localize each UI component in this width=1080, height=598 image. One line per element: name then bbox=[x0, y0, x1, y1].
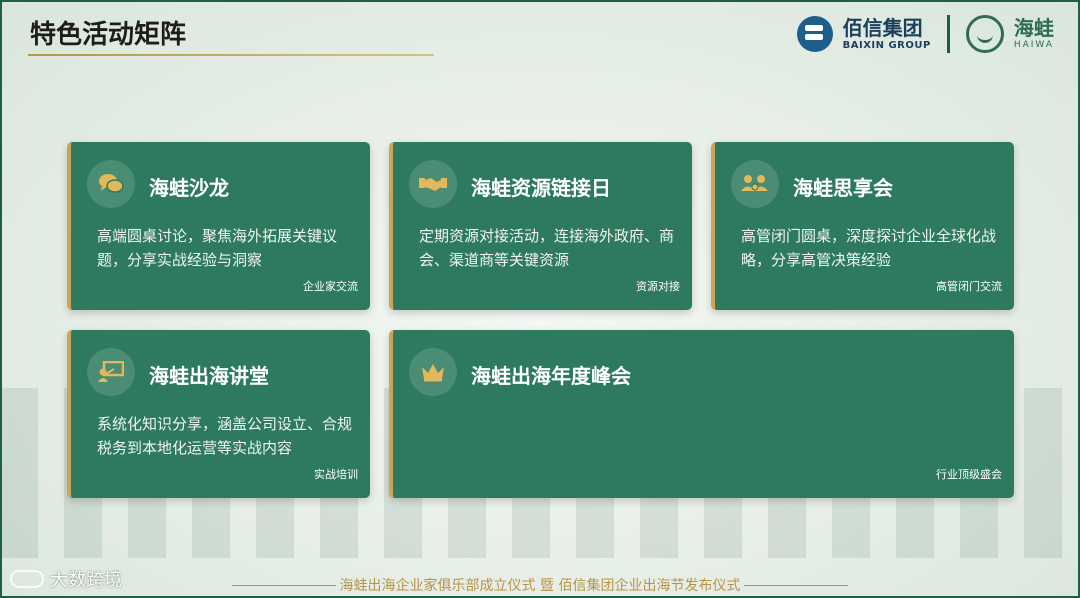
card-tag: 企业家交流 bbox=[303, 280, 358, 293]
card-title: 海蛙出海年度峰会 bbox=[471, 364, 631, 388]
baixin-logo: 佰信集团 BAIXIN GROUP bbox=[843, 18, 931, 51]
haiwa-logo-icon bbox=[965, 15, 1004, 53]
handshake-icon bbox=[409, 160, 457, 208]
logo-area: 佰信集团 BAIXIN GROUP 海蛙 HAIWA bbox=[796, 12, 1054, 56]
page-title: 特色活动矩阵 bbox=[30, 20, 187, 50]
watermark: 大数跨境 bbox=[10, 566, 122, 592]
card-description: 定期资源对接活动，连接海外政府、商会、渠道商等关键资源 bbox=[419, 227, 675, 269]
title-underline bbox=[28, 54, 434, 56]
watermark-text: 大数跨境 bbox=[50, 570, 122, 591]
activity-card-annual-summit[interactable]: 海蛙出海年度峰会 行业顶级盛会 bbox=[389, 330, 1014, 498]
crown-icon bbox=[409, 348, 457, 396]
chat-bubbles-icon bbox=[87, 160, 135, 208]
card-tag: 实战培训 bbox=[314, 468, 358, 481]
haiwa-logo: 海蛙 HAIWA bbox=[1014, 18, 1054, 50]
baixin-logo-en: BAIXIN GROUP bbox=[842, 39, 931, 51]
card-tag: 行业顶级盛会 bbox=[936, 468, 1002, 481]
activity-card-salon[interactable]: 海蛙沙龙 高端圆桌讨论，聚焦海外拓展关键议题，分享实战经验与洞察 企业家交流 bbox=[67, 142, 370, 310]
card-title: 海蛙思享会 bbox=[793, 176, 893, 200]
watermark-logo-icon bbox=[10, 570, 44, 588]
logo-divider bbox=[946, 15, 950, 53]
activity-card-resource-day[interactable]: 海蛙资源链接日 定期资源对接活动，连接海外政府、商会、渠道商等关键资源 资源对接 bbox=[389, 142, 692, 310]
footer-text: 海蛙出海企业家俱乐部成立仪式 暨 佰信集团企业出海节发布仪式 bbox=[339, 578, 741, 594]
activity-card-think-share[interactable]: 海蛙思享会 高管闭门圆桌，深度探讨企业全球化战略，分享高管决策经验 高管闭门交流 bbox=[711, 142, 1014, 310]
footer-line-right bbox=[744, 584, 848, 586]
footer: 海蛙出海企业家俱乐部成立仪式 暨 佰信集团企业出海节发布仪式 bbox=[232, 575, 848, 595]
haiwa-logo-cn: 海蛙 bbox=[1013, 16, 1054, 40]
card-title: 海蛙沙龙 bbox=[149, 176, 229, 200]
card-description: 系统化知识分享，涵盖公司设立、合规税务到本地化运营等实战内容 bbox=[97, 415, 353, 457]
card-description: 高管闭门圆桌，深度探讨企业全球化战略，分享高管决策经验 bbox=[741, 227, 997, 269]
group-people-icon bbox=[731, 160, 779, 208]
baixin-logo-icon bbox=[796, 16, 833, 52]
card-title: 海蛙出海讲堂 bbox=[149, 364, 269, 388]
haiwa-logo-en: HAIWA bbox=[1013, 40, 1054, 50]
card-description: 高端圆桌讨论，聚焦海外拓展关键议题，分享实战经验与洞察 bbox=[97, 227, 338, 269]
card-tag: 高管闭门交流 bbox=[936, 280, 1002, 293]
activity-card-lecture[interactable]: 海蛙出海讲堂 系统化知识分享，涵盖公司设立、合规税务到本地化运营等实战内容 实战… bbox=[67, 330, 370, 498]
card-title: 海蛙资源链接日 bbox=[471, 176, 611, 200]
lecture-board-icon bbox=[87, 348, 135, 396]
footer-line-left bbox=[232, 584, 336, 586]
card-tag: 资源对接 bbox=[636, 280, 680, 293]
baixin-logo-cn: 佰信集团 bbox=[842, 15, 923, 40]
